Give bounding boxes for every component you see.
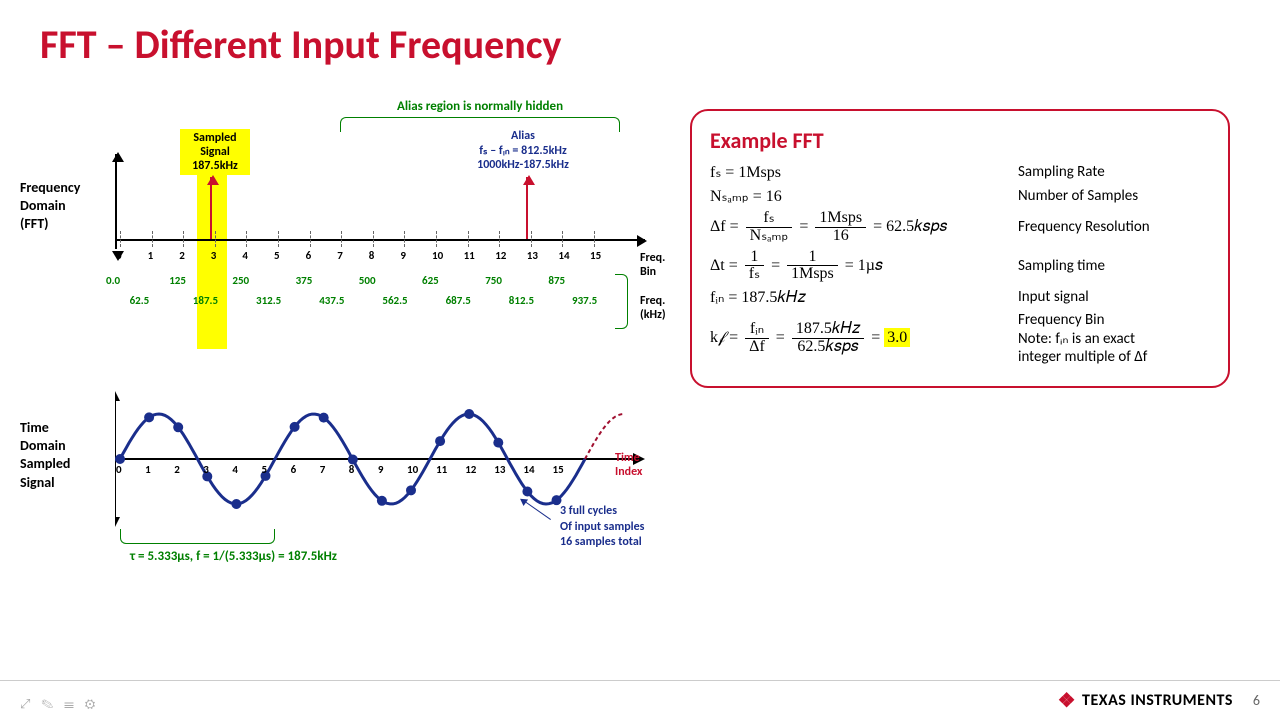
fin-equation: fᵢₙ = 187.5𝑘𝐻𝑧 [710, 287, 1018, 307]
svg-text:9: 9 [378, 463, 384, 476]
tau-label: τ = 5.333µs, f = 1/(5.333µs) = 187.5kHz [130, 549, 337, 564]
n-equation: Nₛₐₘₚ = 16 [710, 186, 1018, 206]
svg-text:15: 15 [553, 463, 565, 476]
df-equation: Δf = fₛNₛₐₘₚ = 1Msps16 = 62.5𝑘𝑠𝑝𝑠 [710, 210, 1018, 245]
svg-text:5: 5 [262, 463, 268, 476]
svg-text:3: 3 [203, 463, 209, 476]
svg-text:10: 10 [407, 463, 419, 476]
example-fft-box: Example FFT fₛ = 1Msps Sampling Rate Nₛₐ… [690, 109, 1230, 388]
svg-text:11: 11 [436, 463, 448, 476]
time-index-label: Time Index [615, 451, 660, 479]
footer-controls: ⤢ ✎ ☰ ⚙ [20, 697, 99, 712]
alias-region-label: Alias region is normally hidden [340, 99, 620, 114]
spike-bin-3 [210, 177, 212, 239]
kf-desc: Frequency Bin Note: fᵢₙ is an exact inte… [1018, 311, 1147, 366]
spike-bin-13 [526, 177, 528, 239]
example-title: Example FFT [710, 127, 1210, 154]
dt-desc: Sampling time [1018, 257, 1105, 275]
svg-text:7: 7 [320, 463, 326, 476]
page-number: 6 [1253, 692, 1260, 709]
fin-desc: Input signal [1018, 288, 1089, 306]
svg-text:13: 13 [494, 463, 506, 476]
fs-equation: fₛ = 1Msps [710, 162, 1018, 182]
svg-text:4: 4 [232, 463, 238, 476]
svg-text:14: 14 [523, 463, 535, 476]
ti-logo: ❖ TEXAS INSTRUMENTS [1058, 688, 1233, 713]
svg-text:0: 0 [116, 463, 122, 476]
time-diagram: Time Domain Sampled Signal [40, 389, 660, 619]
kf-result-highlight: 3.0 [884, 328, 910, 347]
svg-text:12: 12 [465, 463, 477, 476]
svg-text:1: 1 [145, 463, 151, 476]
time-axis-label: Time Domain Sampled Signal [20, 419, 70, 492]
fft-axis-label: Frequency Domain (FFT) [20, 179, 80, 234]
sampled-signal-label: Sampled Signal 187.5kHz [180, 129, 250, 175]
dt-equation: Δt = 1fₛ = 11Msps = 1µ𝑠 [710, 249, 1018, 284]
fs-desc: Sampling Rate [1018, 163, 1105, 181]
kf-equation: k𝒻 = fᵢₙΔf = 187.5𝑘𝐻𝑧62.5𝑘𝑠𝑝𝑠 = 3.0 [710, 321, 1018, 356]
tau-brace [120, 529, 275, 543]
freq-brace [615, 274, 627, 329]
n-desc: Number of Samples [1018, 187, 1138, 205]
footer-bar: ⤢ ✎ ☰ ⚙ ❖ TEXAS INSTRUMENTS 6 [0, 680, 1280, 720]
fft-ticks: 0123456789101112131415 [115, 231, 625, 247]
fft-diagram: Frequency Domain (FFT) Alias region is n… [40, 99, 660, 359]
diagrams-column: Frequency Domain (FFT) Alias region is n… [40, 99, 660, 619]
svg-text:2: 2 [174, 463, 180, 476]
df-desc: Frequency Resolution [1018, 218, 1150, 236]
ti-mark-icon: ❖ [1058, 688, 1076, 713]
bin-axis-label: Freq. Bin [640, 251, 665, 279]
alias-signal-label: Alias fₛ – fᵢₙ = 812.5kHz 1000kHz-187.5k… [458, 129, 588, 172]
cycles-note: 3 full cycles Of input samples 16 sample… [560, 504, 644, 551]
freq-axis-label: Freq. (kHz) [640, 294, 666, 322]
svg-text:8: 8 [349, 463, 355, 476]
slide-title: FFT – Different Input Frequency [40, 20, 1240, 69]
svg-text:6: 6 [291, 463, 297, 476]
